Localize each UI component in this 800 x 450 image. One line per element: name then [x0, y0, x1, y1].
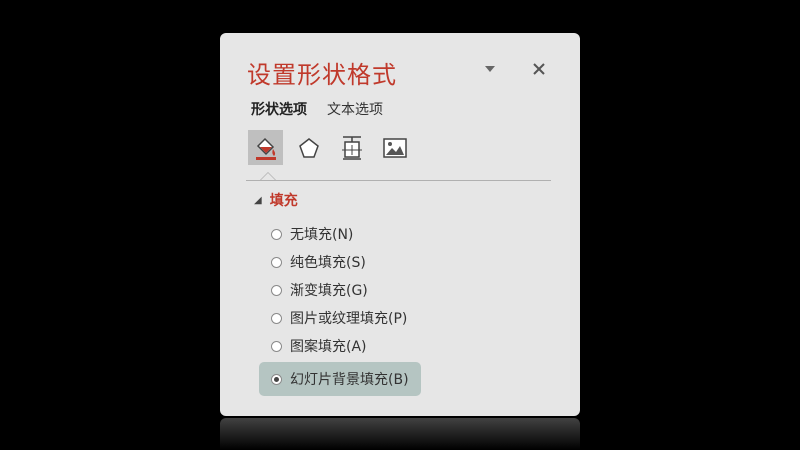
radio-option-picture-texture-fill[interactable]: 图片或纹理填充(P) — [259, 304, 421, 332]
radio-button[interactable] — [271, 256, 282, 268]
category-icon-row — [248, 130, 412, 165]
effects-pentagon-icon — [298, 137, 319, 158]
option-label: 渐变填充(G) — [290, 283, 368, 299]
option-label: 纯色填充(S) — [290, 255, 366, 271]
option-label: 图案填充(A) — [290, 339, 367, 355]
radio-button[interactable] — [271, 340, 282, 352]
option-label: 无填充(N) — [290, 227, 354, 243]
radio-option-gradient-fill[interactable]: 渐变填充(G) — [259, 276, 421, 304]
tab-shape-options[interactable]: 形状选项 — [251, 99, 307, 119]
panel-options-button[interactable] — [482, 63, 498, 75]
panel-title: 设置形状格式 — [247, 61, 397, 89]
radio-option-solid-fill[interactable]: 纯色填充(S) — [259, 248, 421, 276]
panel-reflection — [220, 418, 580, 450]
size-properties-icon — [341, 135, 362, 160]
fill-section-header[interactable]: ◢ 填充 — [254, 190, 298, 210]
size-properties-button[interactable] — [334, 130, 369, 165]
picture-icon — [382, 137, 407, 158]
format-shape-panel: 设置形状格式 形状选项 文本选项 ◢ 填充 无填充(N) 纯色填充(S) 渐变填… — [220, 33, 580, 416]
radio-option-pattern-fill[interactable]: 图案填充(A) — [259, 332, 421, 360]
radio-button[interactable] — [271, 312, 282, 324]
radio-button[interactable] — [271, 228, 282, 240]
fill-line-button[interactable] — [248, 130, 283, 165]
radio-option-no-fill[interactable]: 无填充(N) — [259, 220, 421, 248]
option-label: 图片或纹理填充(P) — [290, 311, 408, 327]
radio-option-slide-background-fill[interactable]: 幻灯片背景填充(B) — [259, 362, 421, 396]
section-divider — [246, 180, 551, 181]
selected-category-pointer — [260, 172, 276, 180]
effects-button[interactable] — [291, 130, 326, 165]
close-button[interactable] — [529, 59, 549, 79]
collapse-triangle-icon: ◢ — [254, 194, 262, 206]
option-label: 幻灯片背景填充(B) — [290, 372, 409, 388]
tab-text-options[interactable]: 文本选项 — [327, 99, 383, 119]
fill-line-icon — [255, 137, 276, 160]
radio-button-checked[interactable] — [271, 373, 282, 385]
fill-section-label: 填充 — [269, 193, 298, 209]
chevron-down-icon — [485, 66, 495, 72]
option-tabs: 形状选项 文本选项 — [251, 99, 383, 119]
radio-button[interactable] — [271, 284, 282, 296]
picture-button[interactable] — [377, 130, 412, 165]
close-icon — [533, 63, 545, 75]
fill-options-list: 无填充(N) 纯色填充(S) 渐变填充(G) 图片或纹理填充(P) 图案填充(A… — [259, 220, 421, 396]
